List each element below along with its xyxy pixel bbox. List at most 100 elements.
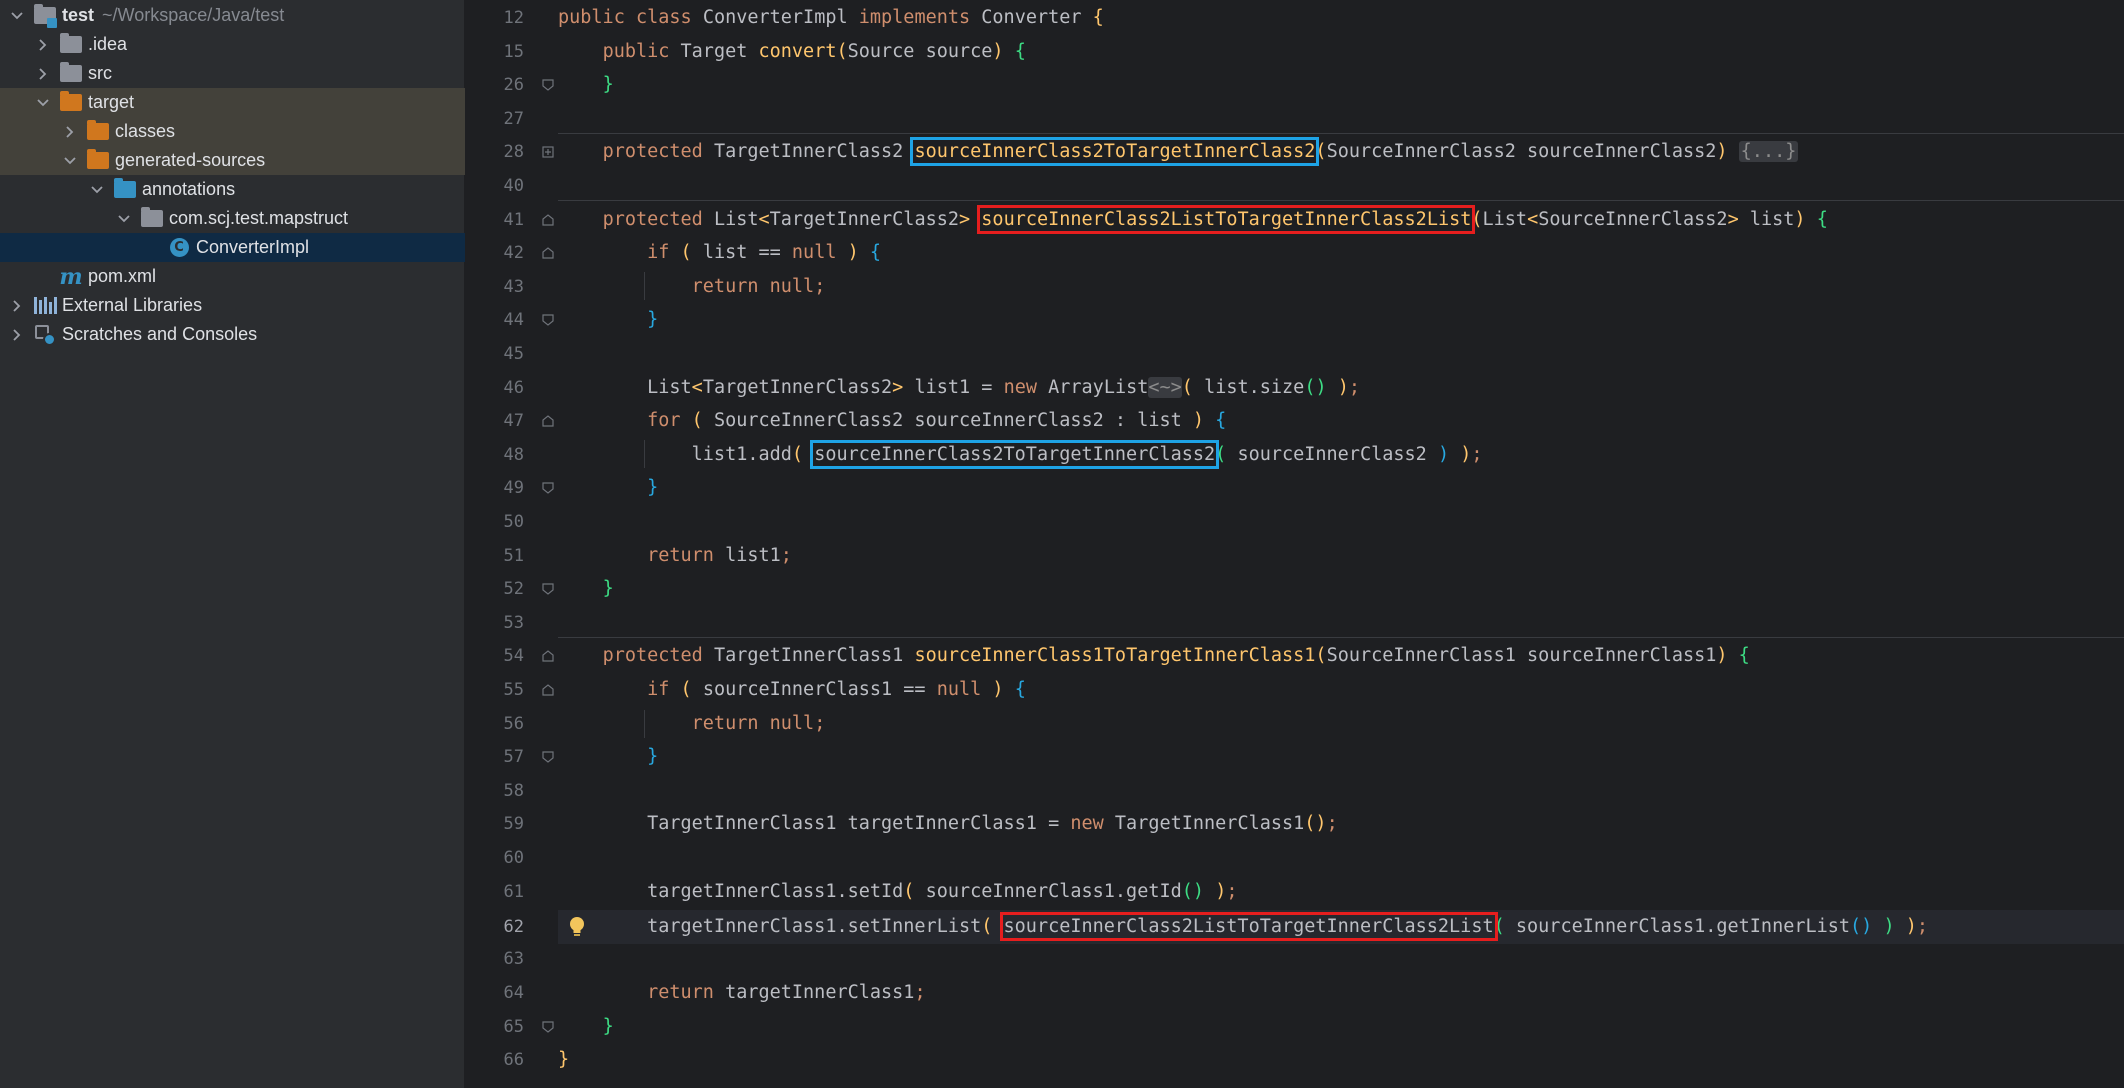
code-line[interactable]: targetInnerClass1.setId( sourceInnerClas… <box>558 875 2124 909</box>
gutter: 12 15 26 27 28 40 41 42 43 44 45 46 47 4… <box>466 0 584 1088</box>
code-line[interactable]: public class ConverterImpl implements Co… <box>558 1 2124 35</box>
fold-start-icon[interactable] <box>542 684 554 696</box>
code-line[interactable] <box>558 169 2124 203</box>
fold-end-icon[interactable] <box>542 751 554 763</box>
code-line[interactable]: return targetInnerClass1; <box>558 976 2124 1010</box>
tree-item-package[interactable]: com.scj.test.mapstruct <box>0 204 465 233</box>
chevron-down-icon[interactable] <box>61 152 79 170</box>
chevron-right-icon[interactable] <box>8 326 26 344</box>
code-token: targetInnerClass1.setId <box>647 881 904 902</box>
chevron-right-icon[interactable] <box>34 36 52 54</box>
code-token: list <box>1749 209 1795 230</box>
code-token: TargetInnerClass2 <box>769 209 960 230</box>
code-line[interactable]: } <box>558 68 2124 102</box>
line-number: 12 <box>503 8 524 28</box>
code-token: if <box>647 242 670 263</box>
tree-item-target[interactable]: target <box>0 88 465 117</box>
line-number: 52 <box>503 579 524 599</box>
tree-item-scratches[interactable]: Scratches and Consoles <box>0 320 465 349</box>
code-line[interactable]: return null; <box>558 707 2124 741</box>
chevron-right-icon[interactable] <box>34 65 52 83</box>
code-editor[interactable]: 12 15 26 27 28 40 41 42 43 44 45 46 47 4… <box>466 0 2124 1088</box>
excluded-folder-icon <box>87 149 109 172</box>
fold-end-icon[interactable] <box>542 314 554 326</box>
chevron-right-icon[interactable] <box>8 297 26 315</box>
code-token: null <box>791 242 837 263</box>
code-line[interactable]: TargetInnerClass1 targetInnerClass1 = ne… <box>558 807 2124 841</box>
line-number: 42 <box>503 243 524 263</box>
tree-item-classes[interactable]: classes <box>0 117 465 146</box>
code-token: SourceInnerClass2 sourceInnerClass2 : li… <box>713 410 1182 431</box>
code-line[interactable] <box>558 606 2124 640</box>
code-token: sourceInnerClass1 == <box>702 679 926 700</box>
code-line[interactable]: for ( SourceInnerClass2 sourceInnerClass… <box>558 404 2124 438</box>
fold-start-icon[interactable] <box>542 415 554 427</box>
chevron-down-icon[interactable] <box>8 7 26 25</box>
fold-start-icon[interactable] <box>542 247 554 259</box>
code-line[interactable]: } <box>558 471 2124 505</box>
tree-item-src[interactable]: src <box>0 59 465 88</box>
code-line[interactable]: } <box>558 1043 2124 1077</box>
line-number: 43 <box>503 277 524 297</box>
chevron-down-icon[interactable] <box>115 210 133 228</box>
tree-item-annotations[interactable]: annotations <box>0 175 465 204</box>
code-line[interactable]: } <box>558 740 2124 774</box>
tree-item-generated-sources[interactable]: generated-sources <box>0 146 465 175</box>
chevron-down-icon[interactable] <box>88 181 106 199</box>
code-token: for <box>647 410 681 431</box>
code-line[interactable]: } <box>558 1010 2124 1044</box>
code-token: SourceInnerClass2 sourceInnerClass2 <box>1326 141 1717 162</box>
code-line[interactable] <box>558 505 2124 539</box>
code-token: null <box>769 713 815 734</box>
folded-code-placeholder[interactable]: {...} <box>1738 141 1799 162</box>
chevron-right-icon[interactable] <box>61 123 79 141</box>
code-line[interactable]: if ( sourceInnerClass1 == null ) { <box>558 673 2124 707</box>
code-line[interactable]: } <box>558 572 2124 606</box>
code-line[interactable]: protected TargetInnerClass2 sourceInnerC… <box>558 135 2124 169</box>
tree-item-label: generated-sources <box>115 150 266 170</box>
code-token: return <box>691 713 759 734</box>
code-token: new <box>1003 377 1037 398</box>
code-token: public <box>602 41 670 62</box>
code-line[interactable]: targetInnerClass1.setInnerList( sourceIn… <box>558 910 2124 944</box>
line-number: 58 <box>503 781 524 801</box>
code-line[interactable]: return null; <box>558 270 2124 304</box>
tree-item-external-libraries[interactable]: External Libraries <box>0 291 465 320</box>
tree-item-converterimpl[interactable]: C ConverterImpl <box>0 233 465 262</box>
chevron-down-icon[interactable] <box>34 94 52 112</box>
code-token: convert <box>758 41 837 62</box>
tree-root-label: test <box>62 5 95 25</box>
code-line[interactable]: return list1; <box>558 539 2124 573</box>
code-line[interactable]: if ( list == null ) { <box>558 236 2124 270</box>
fold-end-icon[interactable] <box>542 1021 554 1033</box>
code-line[interactable]: list1.add( sourceInnerClass2ToTargetInne… <box>558 438 2124 472</box>
tree-item-label: pom.xml <box>88 266 157 286</box>
fold-collapsed-icon[interactable] <box>542 146 554 158</box>
fold-end-icon[interactable] <box>542 482 554 494</box>
tree-root-path: ~/Workspace/Java/test <box>102 5 285 25</box>
tree-root-test[interactable]: test ~/Workspace/Java/test <box>0 1 465 30</box>
code-line[interactable]: List<TargetInnerClass2> list1 = new Arra… <box>558 371 2124 405</box>
code-line[interactable] <box>558 841 2124 875</box>
code-line[interactable] <box>558 102 2124 136</box>
code-line[interactable]: public Target convert(Source source) { <box>558 35 2124 69</box>
highlight-box-red: sourceInnerClass2ListToTargetInnerClass2… <box>999 912 1498 941</box>
code-line[interactable] <box>558 337 2124 371</box>
code-line[interactable]: } <box>558 303 2124 337</box>
tree-item-pom[interactable]: m pom.xml <box>0 262 465 291</box>
tree-item-idea[interactable]: .idea <box>0 30 465 59</box>
fold-start-icon[interactable] <box>542 650 554 662</box>
generated-sources-folder-icon <box>114 178 136 201</box>
code-token: list1 = <box>914 377 993 398</box>
code-line[interactable] <box>558 774 2124 808</box>
fold-start-icon[interactable] <box>542 214 554 226</box>
fold-end-icon[interactable] <box>542 583 554 595</box>
line-number-current: 62 <box>503 917 524 937</box>
code-line[interactable]: protected TargetInnerClass1 sourceInnerC… <box>558 639 2124 673</box>
line-number: 54 <box>503 646 524 666</box>
code-line[interactable]: protected List<TargetInnerClass2> source… <box>558 203 2124 237</box>
code-token: SourceInnerClass1 sourceInnerClass1 <box>1326 645 1717 666</box>
class-icon: C <box>168 237 190 259</box>
code-line[interactable] <box>558 942 2124 976</box>
fold-end-icon[interactable] <box>542 79 554 91</box>
